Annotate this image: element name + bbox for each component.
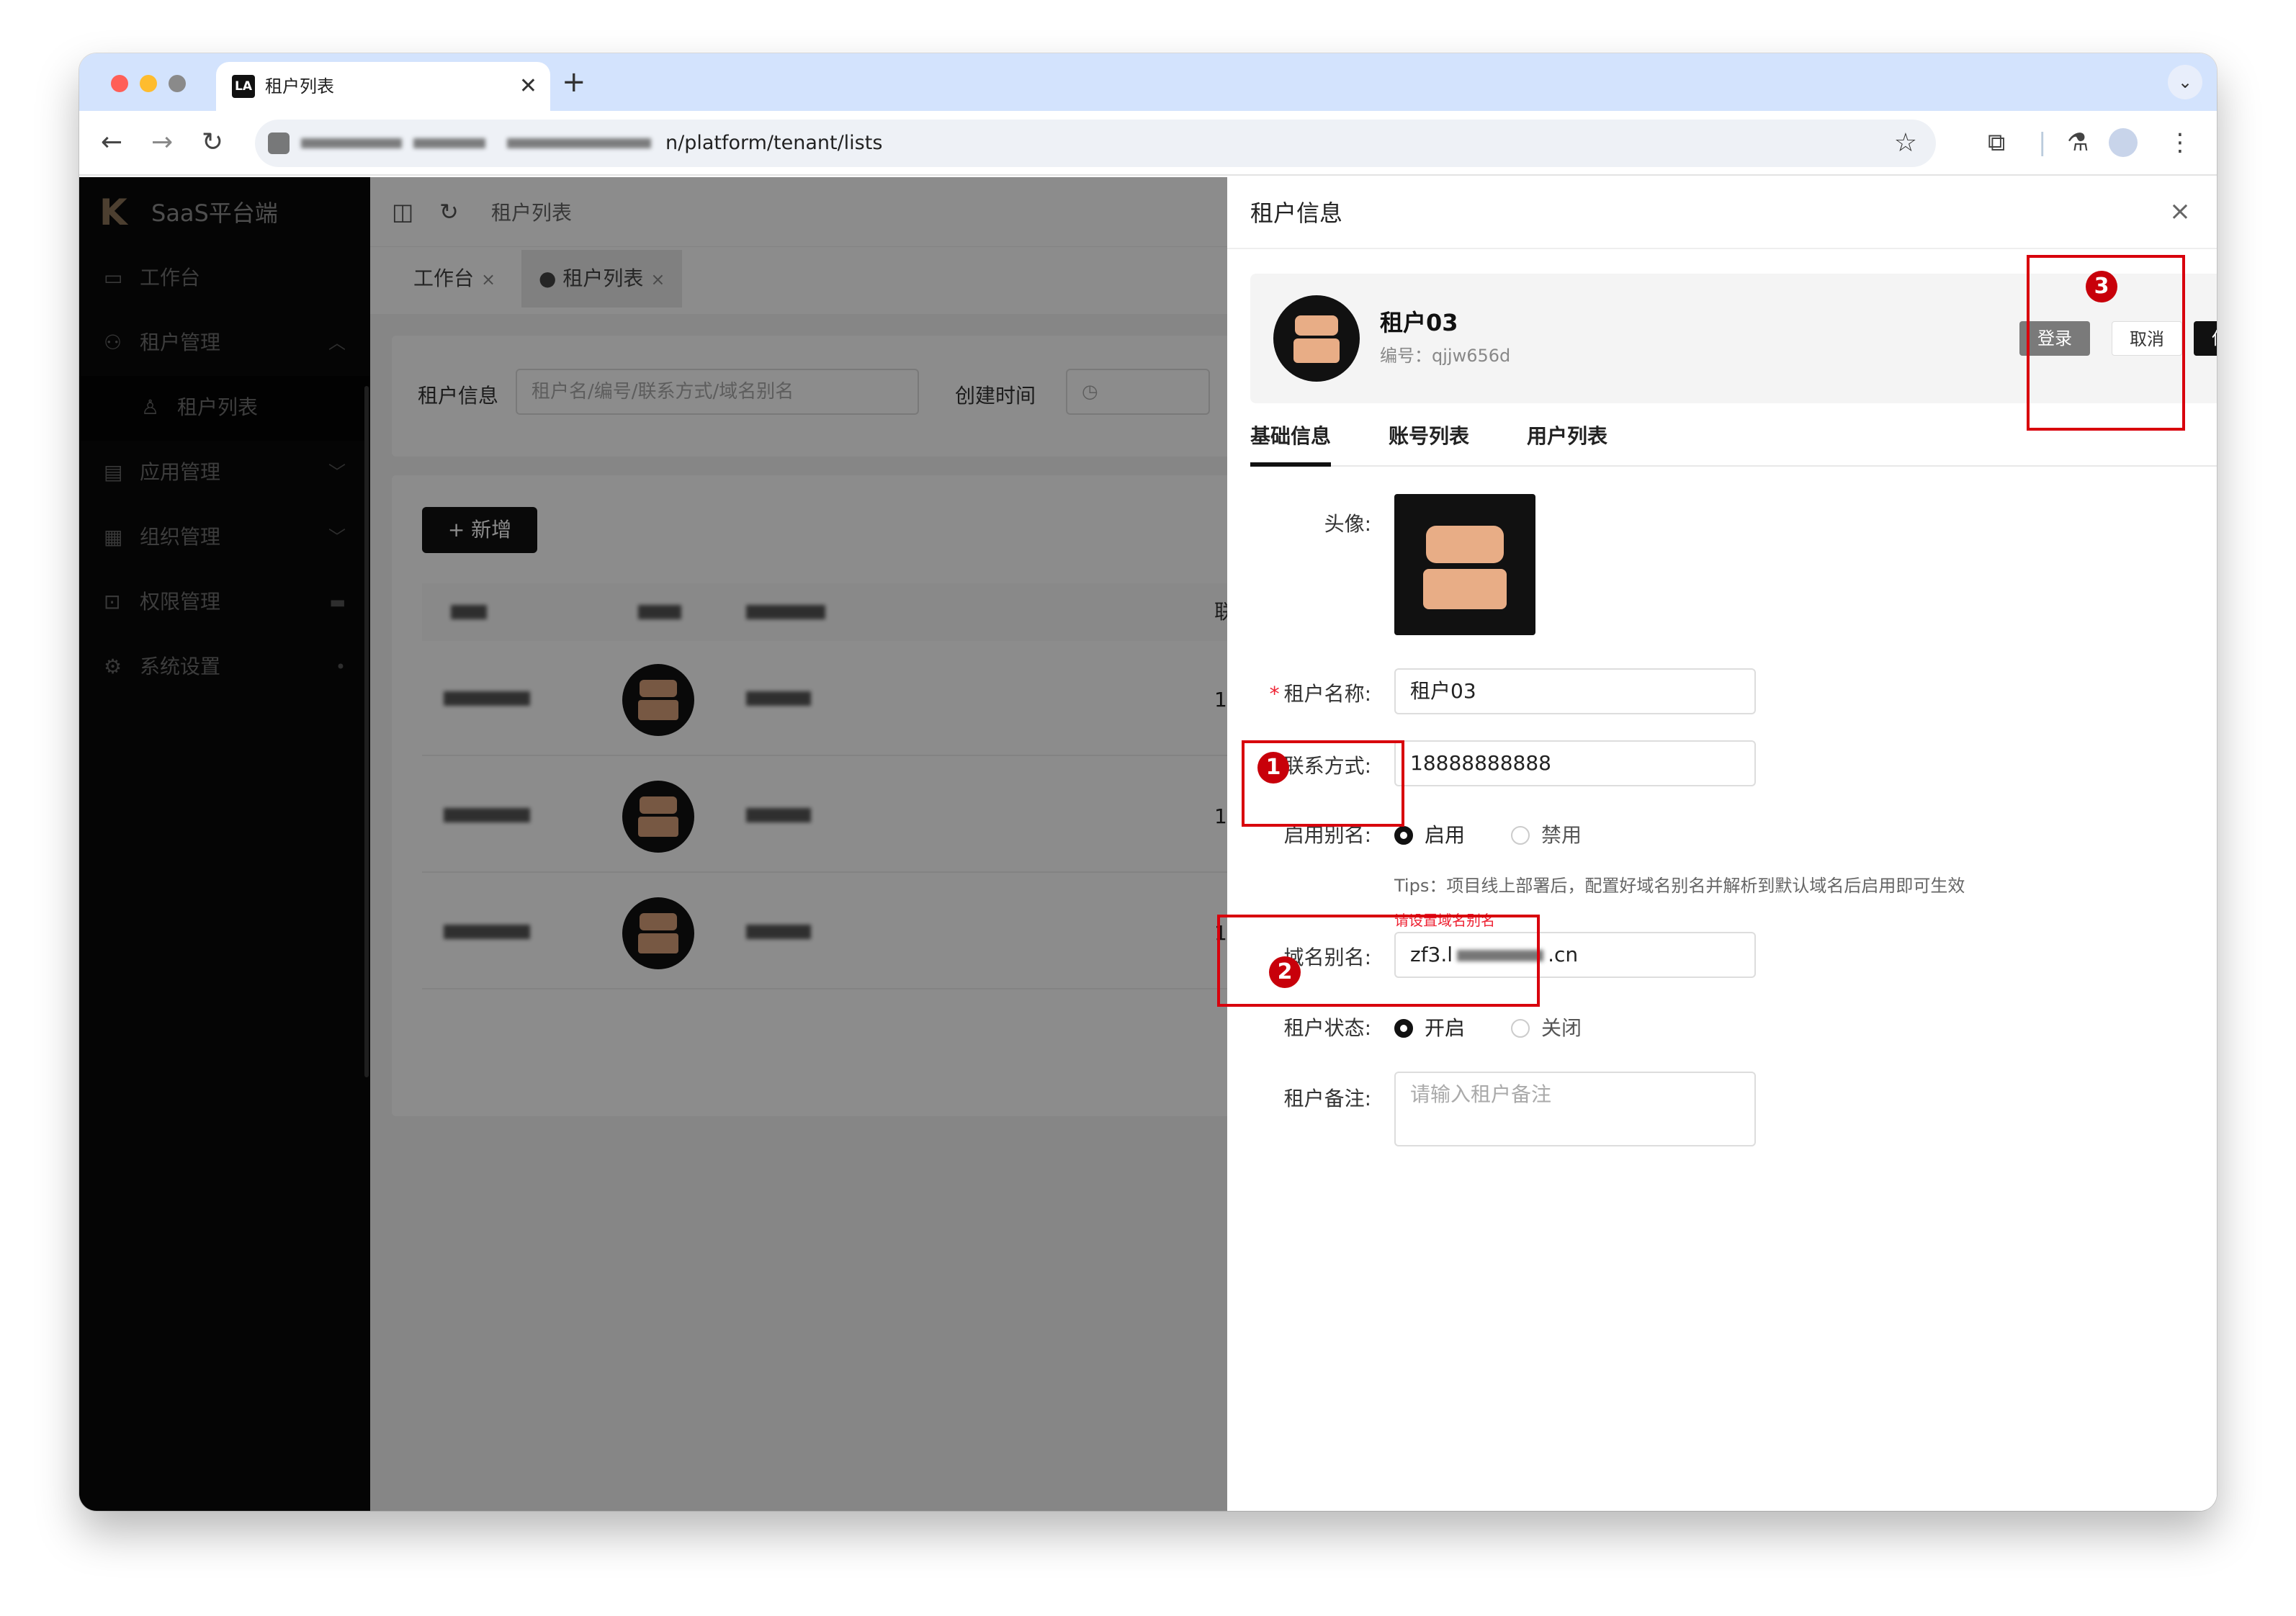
contact-input[interactable]: 18888888888 — [1394, 740, 1756, 786]
annotation-badge-3: 3 — [2086, 271, 2117, 302]
close-window-button[interactable] — [111, 75, 128, 92]
drawer-title: 租户信息 — [1250, 199, 1343, 227]
browser-window: LA 租户列表 ✕ + ⌄ ← → ↻ n/platform/tenant/li… — [79, 53, 2217, 1511]
app-area: K SaaS平台端 ▭ 工作台 ⚇ 租户管理 ︿ ♙ 租户列表 ▤ 应用管理 ﹀… — [79, 177, 2217, 1511]
close-tab-icon[interactable]: ✕ — [519, 72, 537, 101]
tenant-name-input[interactable]: 租户03 — [1394, 668, 1756, 714]
minimize-window-button[interactable] — [140, 75, 157, 92]
tab-strip: LA 租户列表 ✕ + ⌄ — [79, 53, 2217, 111]
tab-account-list[interactable]: 账号列表 — [1389, 422, 1469, 451]
required-mark: * — [1269, 682, 1280, 706]
radio-label: 开启 — [1425, 1016, 1466, 1040]
tab-search-chevron-icon[interactable]: ⌄ — [2168, 65, 2202, 99]
browser-toolbar: ← → ↻ n/platform/tenant/lists ☆ ⧉ | ⚗ ⋮ — [79, 111, 2217, 176]
tenant-avatar — [1273, 295, 1360, 382]
more-menu-icon[interactable]: ⋮ — [2168, 127, 2192, 158]
profile-avatar-icon[interactable] — [2109, 128, 2138, 157]
name-label-text: 租户名称: — [1283, 682, 1371, 706]
radio-label: 启用 — [1425, 823, 1466, 847]
tenant-name: 租户03 — [1380, 309, 1458, 336]
divider — [1227, 248, 2217, 249]
alias-enable-radio[interactable]: 启用 — [1394, 822, 1465, 848]
toolbar-divider: | — [2038, 128, 2047, 157]
name-label: * 租户名称: — [1227, 681, 1371, 707]
alias-suffix: .cn — [1548, 943, 1579, 966]
browser-tab[interactable]: LA 租户列表 ✕ — [216, 62, 550, 111]
labs-flask-icon[interactable]: ⚗ — [2067, 127, 2089, 158]
extensions-icon[interactable]: ⧉ — [1988, 127, 2005, 158]
status-on-radio[interactable]: 开启 — [1394, 1015, 1465, 1041]
status-off-radio[interactable]: 关闭 — [1511, 1015, 1582, 1041]
url-text: n/platform/tenant/lists — [665, 132, 883, 154]
blurred-url-part — [413, 138, 485, 148]
blurred-url-part — [507, 138, 651, 148]
save-button[interactable]: 保存 — [2194, 321, 2217, 356]
annotation-box-2 — [1217, 915, 1540, 1007]
remark-label: 租户备注: — [1283, 1087, 1371, 1110]
status-label: 租户状态: — [1283, 1016, 1371, 1040]
bookmark-star-icon[interactable]: ☆ — [1894, 128, 1917, 158]
avatar-upload[interactable] — [1394, 494, 1535, 635]
alias-tips: Tips：项目线上部署后，配置好域名别名并解析到默认域名后启用即可生效 — [1394, 876, 1965, 896]
tenant-code: 编号：qjjw656d — [1380, 346, 1511, 366]
forward-arrow-icon[interactable]: → — [151, 127, 173, 158]
annotation-badge-2: 2 — [1269, 956, 1301, 988]
back-arrow-icon[interactable]: ← — [101, 127, 122, 158]
new-tab-button[interactable]: + — [562, 66, 586, 98]
alias-disable-radio[interactable]: 禁用 — [1511, 822, 1582, 848]
maximize-window-button[interactable] — [169, 75, 186, 92]
tab-basic-info[interactable]: 基础信息 — [1250, 422, 1332, 467]
annotation-badge-1: 1 — [1257, 752, 1289, 784]
favicon-icon: LA — [232, 75, 255, 98]
address-bar[interactable]: n/platform/tenant/lists ☆ — [255, 120, 1936, 167]
avatar-label: 头像: — [1324, 512, 1371, 536]
site-info-icon[interactable] — [268, 133, 290, 154]
tab-title: 租户列表 — [265, 76, 334, 96]
modal-overlay[interactable] — [79, 177, 1227, 1511]
close-drawer-icon[interactable]: × — [2169, 196, 2191, 228]
remark-textarea[interactable]: 请输入租户备注 — [1394, 1072, 1756, 1146]
radio-label: 禁用 — [1541, 823, 1582, 847]
radio-label: 关闭 — [1541, 1016, 1582, 1040]
tab-user-list[interactable]: 用户列表 — [1527, 422, 1607, 451]
blurred-url-part — [301, 138, 402, 148]
reload-icon[interactable]: ↻ — [202, 127, 223, 158]
